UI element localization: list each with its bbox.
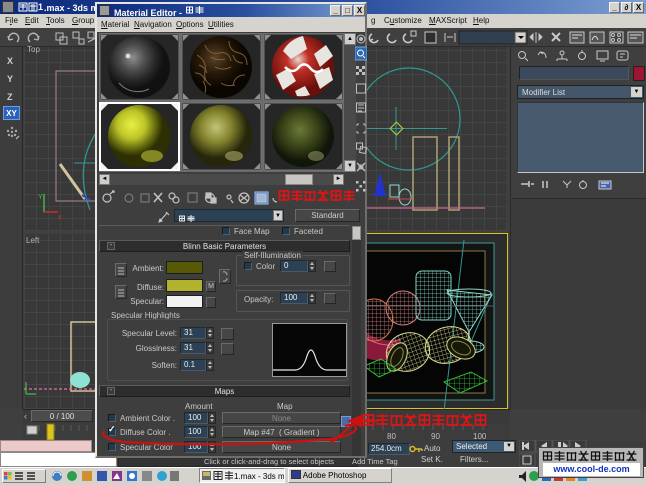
svg-text:x: x [58,214,62,221]
svg-text:Y: Y [38,194,43,201]
svg-text:80: 80 [387,432,396,441]
svg-text:1: 1 [38,2,43,12]
svg-text:90: 90 [431,432,440,441]
